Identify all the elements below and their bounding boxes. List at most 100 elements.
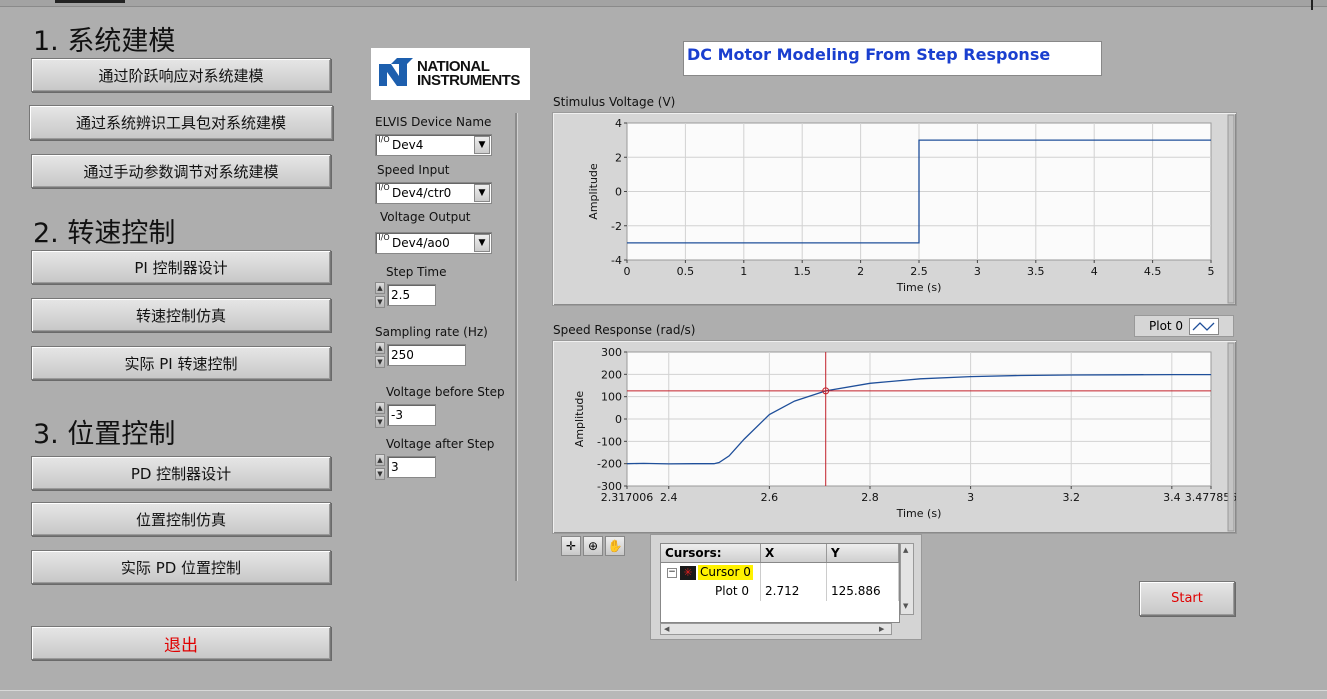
plot-legend[interactable]: Plot 0 — [1134, 315, 1234, 337]
scroll-up-icon[interactable]: ▲ — [903, 546, 908, 554]
voltage-after-input[interactable]: 3 — [387, 456, 436, 478]
spin-buttons[interactable]: ▲ ▼ — [375, 282, 385, 308]
scroll-right-icon[interactable]: ▶ — [879, 625, 884, 633]
cursor-y-value: 125.886 — [827, 582, 899, 601]
y-tick-label: 100 — [601, 391, 622, 404]
table-row[interactable]: − ✳ Cursor 0 — [661, 563, 899, 582]
device-ring[interactable]: I/O Dev4 ▼ — [375, 134, 492, 156]
y-tick-label: -200 — [597, 458, 622, 471]
graph-palette: ✛ ⊕ ✋ — [561, 536, 641, 558]
voltage-before-label: Voltage before Step — [386, 385, 505, 399]
cursor-x-cell — [761, 563, 827, 582]
chevron-down-icon[interactable]: ▼ — [474, 234, 490, 252]
section-title-speed: 2. 转速控制 — [33, 218, 176, 249]
increment-arrow-icon[interactable]: ▲ — [375, 402, 385, 414]
ni-logo: NATIONAL INSTRUMENTS — [371, 48, 530, 100]
x-tick-label: 3 — [974, 265, 981, 278]
voltage-before-control[interactable]: ▲ ▼ -3 — [375, 402, 436, 428]
sysid-toolkit-modeling-button[interactable]: 通过系统辨识工具包对系统建模 — [29, 105, 333, 140]
decrement-arrow-icon[interactable]: ▼ — [375, 468, 385, 480]
increment-arrow-icon[interactable]: ▲ — [375, 282, 385, 294]
legend-line-icon — [1189, 317, 1220, 335]
cursor-legend: Cursors: X Y − ✳ Cursor 0 Plot 0 2.712 1… — [650, 534, 922, 640]
cursor-move-icon[interactable]: ✛ — [561, 536, 581, 556]
step-time-input[interactable]: 2.5 — [387, 284, 436, 306]
real-pd-position-control-button[interactable]: 实际 PD 位置控制 — [31, 550, 331, 584]
x-tick-label: 4.5 — [1144, 265, 1162, 278]
io-icon: I/O — [378, 183, 390, 192]
real-pi-speed-control-button[interactable]: 实际 PI 转速控制 — [31, 346, 331, 380]
cursor-table-hscroll[interactable]: ◀ ▶ — [660, 623, 892, 635]
cursor-y-cell — [827, 563, 899, 582]
manual-tuning-modeling-button[interactable]: 通过手动参数调节对系统建模 — [31, 154, 331, 188]
cursor-table[interactable]: Cursors: X Y − ✳ Cursor 0 Plot 0 2.712 1… — [660, 543, 900, 623]
x-tick-label: 3.5 — [1027, 265, 1045, 278]
step-time-label: Step Time — [386, 265, 447, 279]
y-tick-label: -100 — [597, 435, 622, 448]
y-tick-label: 0 — [615, 413, 622, 426]
x-tick-label: 3 — [967, 491, 974, 504]
x-tick-label: 4 — [1091, 265, 1098, 278]
pi-controller-design-button[interactable]: PI 控制器设计 — [31, 250, 331, 284]
start-button[interactable]: Start — [1139, 581, 1235, 616]
chevron-down-icon[interactable]: ▼ — [474, 136, 490, 154]
sampling-rate-label: Sampling rate (Hz) — [375, 325, 488, 339]
spin-buttons[interactable]: ▲ ▼ — [375, 402, 385, 428]
stimulus-graph-title: Stimulus Voltage (V) — [553, 95, 676, 109]
speed-input-label: Speed Input — [377, 163, 450, 177]
separator — [515, 113, 518, 581]
voltage-output-ring[interactable]: I/O Dev4/ao0 ▼ — [375, 232, 492, 254]
y-tick-label: 4 — [615, 117, 622, 130]
x-tick-label: 3.4 — [1163, 491, 1181, 504]
cursor-table-header: Cursors: X Y — [661, 544, 899, 563]
x-tick-label: 1 — [740, 265, 747, 278]
position-control-sim-button[interactable]: 位置控制仿真 — [31, 502, 331, 536]
exit-button[interactable]: 退出 — [31, 626, 331, 660]
y-tick-label: 0 — [615, 186, 622, 199]
decrement-arrow-icon[interactable]: ▼ — [375, 416, 385, 428]
cursor-name[interactable]: Cursor 0 — [698, 565, 753, 580]
pd-controller-design-button[interactable]: PD 控制器设计 — [31, 456, 331, 490]
x-tick-label: 1.5 — [793, 265, 811, 278]
voltage-before-input[interactable]: -3 — [387, 404, 436, 426]
chevron-down-icon[interactable]: ▼ — [474, 184, 490, 202]
collapse-icon[interactable]: − — [667, 567, 677, 578]
step-response-modeling-button[interactable]: 通过阶跃响应对系统建模 — [31, 58, 331, 92]
speed-graph-title: Speed Response (rad/s) — [553, 323, 696, 337]
cursor-x-value: 2.712 — [761, 582, 827, 601]
speed-graph[interactable]: 2.317006 2.4 2.6 2.8 3 3.2 3.4 3.47785630020010… — [553, 341, 1236, 533]
increment-arrow-icon[interactable]: ▲ — [375, 342, 385, 354]
decrement-arrow-icon[interactable]: ▼ — [375, 296, 385, 308]
spin-buttons[interactable]: ▲ ▼ — [375, 342, 385, 368]
pan-hand-icon[interactable]: ✋ — [605, 536, 625, 556]
zoom-icon[interactable]: ⊕ — [583, 536, 603, 556]
voltage-after-label: Voltage after Step — [386, 437, 495, 451]
cursor-plot-name: Plot 0 — [661, 582, 761, 601]
x-tick-label: 5 — [1208, 265, 1215, 278]
voltage-after-control[interactable]: ▲ ▼ 3 — [375, 454, 436, 480]
ni-eagle-icon — [379, 58, 413, 86]
speed-control-sim-button[interactable]: 转速控制仿真 — [31, 298, 331, 332]
decrement-arrow-icon[interactable]: ▼ — [375, 356, 385, 368]
speed-input-ring[interactable]: I/O Dev4/ctr0 ▼ — [375, 182, 492, 204]
window-edge-mark — [1311, 0, 1313, 10]
sampling-rate-control[interactable]: ▲ ▼ 250 — [375, 342, 466, 368]
section-title-position: 3. 位置控制 — [33, 419, 176, 450]
x-axis-label: Time (s) — [896, 281, 942, 294]
top-band — [0, 0, 1327, 7]
x-tick-label: 2.4 — [660, 491, 678, 504]
y-tick-label: 200 — [601, 368, 622, 381]
x-tick-label: 0.5 — [677, 265, 695, 278]
increment-arrow-icon[interactable]: ▲ — [375, 454, 385, 466]
x-tick-label: 2 — [857, 265, 864, 278]
logo-line2: INSTRUMENTS — [417, 72, 520, 89]
sampling-rate-input[interactable]: 250 — [387, 344, 466, 366]
scroll-left-icon[interactable]: ◀ — [664, 625, 669, 633]
step-time-control[interactable]: ▲ ▼ 2.5 — [375, 282, 436, 308]
spin-buttons[interactable]: ▲ ▼ — [375, 454, 385, 480]
scroll-down-icon[interactable]: ▼ — [903, 602, 908, 610]
cursor-table-vscroll[interactable]: ▲ ▼ — [900, 543, 914, 615]
legend-plot-name: Plot 0 — [1149, 319, 1184, 333]
stimulus-graph[interactable]: 0 0.5 1 1.5 2 2.5 3 3.5 4 4.5 5 4 2 0 -2 -4 Time (s) Ampl… — [553, 113, 1236, 305]
x-tick-label: 2.8 — [861, 491, 879, 504]
